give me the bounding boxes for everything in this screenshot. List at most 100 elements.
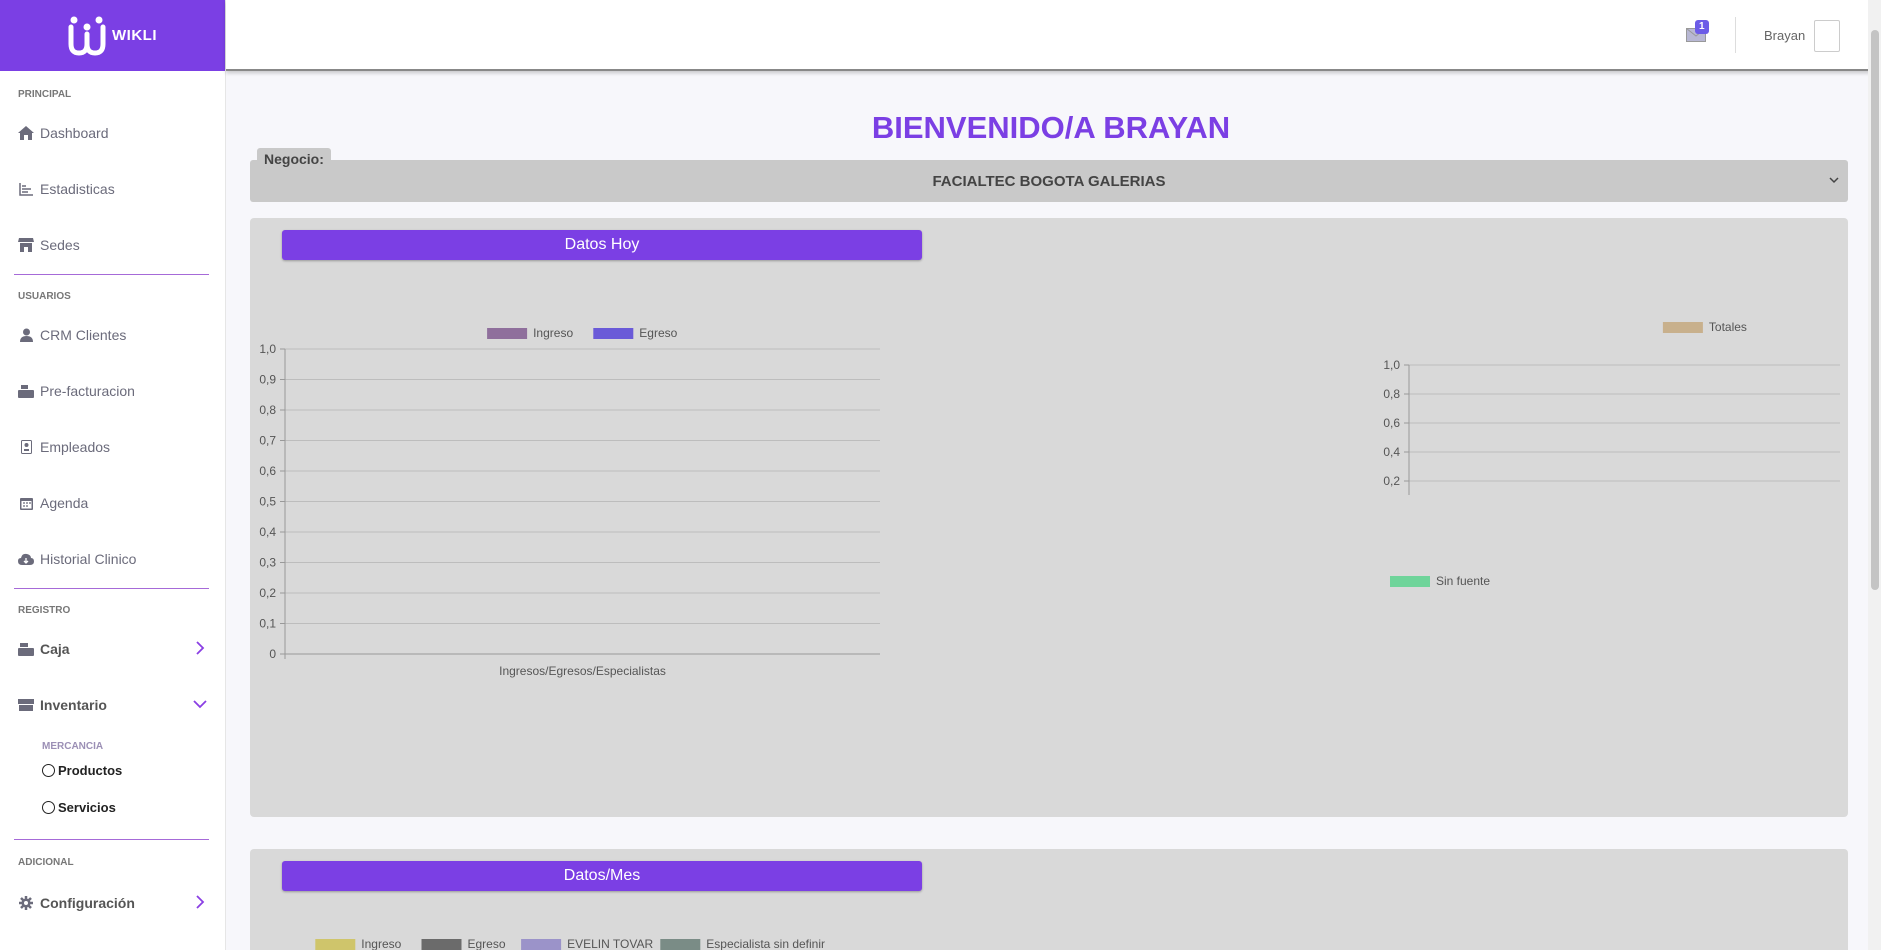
calendar-icon <box>18 495 34 511</box>
sidebar-item-empleados[interactable]: Empleados <box>0 437 225 457</box>
sidebar-item-historial-clinico[interactable]: Historial Clinico <box>0 549 225 569</box>
legend-label: Ingreso <box>533 326 573 340</box>
brand-logo[interactable]: WIKLI <box>0 0 225 71</box>
sidebar-item-configuracion[interactable]: Configuración <box>0 893 225 913</box>
store-icon <box>18 237 34 253</box>
negocio-selected-value: FACIALTEC BOGOTA GALERIAS <box>932 173 1166 190</box>
sidebar-item-label: Estadisticas <box>40 181 115 197</box>
legend-swatch <box>1662 322 1703 333</box>
panel-datos-mes: Datos/Mes Ingreso Egreso EVELIN TOVAR Espec… <box>250 849 1848 950</box>
legend-label: Totales <box>1709 320 1747 334</box>
header-divider <box>1735 17 1736 53</box>
sidebar: WIKLI PRINCIPAL Dashboard Estadisticas S… <box>0 0 226 950</box>
sidebar-item-label: Historial Clinico <box>40 551 137 567</box>
y-tick-label: 0,9 <box>259 373 276 387</box>
sidebar-item-estadisticas[interactable]: Estadisticas <box>0 179 225 199</box>
y-tick-label: 0,3 <box>259 556 276 570</box>
submenu-title-mercancia: MERCANCIA <box>42 741 104 752</box>
sidebar-item-label: Dashboard <box>40 125 109 141</box>
y-tick-label: 0,1 <box>259 617 276 631</box>
y-tick-label: 1,0 <box>1383 358 1400 372</box>
legend-swatch <box>315 939 356 950</box>
notification-badge: 1 <box>1695 20 1709 34</box>
chevron-down-icon <box>1829 177 1839 184</box>
sidebar-item-label: Pre-facturacion <box>40 383 135 399</box>
legend-label: EVELIN TOVAR <box>567 937 653 950</box>
legend-label: Egreso <box>468 937 506 950</box>
cash-register-icon <box>18 641 34 657</box>
wikli-logo-icon <box>68 16 106 56</box>
submenu-item-productos[interactable]: Productos <box>0 763 225 778</box>
y-tick-label: 0,8 <box>1383 387 1400 401</box>
section-adicional: ADICIONAL <box>18 857 74 868</box>
chevron-right-icon <box>196 895 205 909</box>
y-tick-label: 0,8 <box>259 403 276 417</box>
legend-swatch <box>521 939 562 950</box>
legend-swatch <box>593 328 634 339</box>
sidebar-item-label: Empleados <box>40 439 111 455</box>
user-name[interactable]: Brayan <box>1764 28 1805 43</box>
y-tick-label: 0,2 <box>259 586 276 600</box>
submenu-item-servicios[interactable]: Servicios <box>0 800 225 815</box>
y-tick-label: 0,5 <box>259 495 276 509</box>
sidebar-item-label: Agenda <box>40 495 89 511</box>
brand-name: WIKLI <box>112 27 157 44</box>
datos-hoy-button[interactable]: Datos Hoy <box>282 230 922 260</box>
negocio-label: Negocio: <box>257 148 331 170</box>
avatar[interactable] <box>1814 20 1840 52</box>
circle-icon <box>42 764 55 777</box>
negocio-select[interactable]: FACIALTEC BOGOTA GALERIAS <box>250 160 1848 202</box>
y-tick-label: 0,6 <box>1383 416 1400 430</box>
chart-icon <box>18 181 34 197</box>
sidebar-item-agenda[interactable]: Agenda <box>0 493 225 513</box>
y-tick-label: 0 <box>269 647 276 661</box>
home-icon <box>18 125 34 141</box>
section-registro: REGISTRO <box>18 605 71 616</box>
sidebar-item-label: Sedes <box>40 237 80 253</box>
y-tick-label: 0,4 <box>259 525 276 539</box>
section-principal: PRINCIPAL <box>18 89 72 100</box>
sidebar-item-label: Caja <box>40 641 70 657</box>
legend-sin-fuente: Sin fuente <box>1390 574 1490 588</box>
boxes-icon <box>18 697 34 713</box>
y-tick-label: 0,7 <box>259 434 276 448</box>
chevron-down-icon <box>193 700 207 709</box>
legend-swatch <box>660 939 701 950</box>
id-badge-icon <box>18 439 34 455</box>
sidebar-item-label: CRM Clientes <box>40 327 127 343</box>
sidebar-item-inventario[interactable]: Inventario <box>0 695 225 715</box>
cloud-download-icon <box>18 551 34 567</box>
legend-swatch <box>487 328 528 339</box>
sidebar-item-dashboard[interactable]: Dashboard <box>0 123 225 143</box>
gear-icon <box>18 895 34 911</box>
panel-datos-hoy: Datos Hoy Ingreso Egreso 0 0,1 0,2 0,3 0,4 0,5 0… <box>250 218 1848 817</box>
page-title: BIENVENIDO/A BRAYAN <box>871 110 1231 145</box>
y-tick-label: 0,6 <box>259 464 276 478</box>
chevron-right-icon <box>196 641 205 655</box>
chart-ingresos-egresos: Ingreso Egreso 0 0,1 0,2 0,3 0,4 0,5 0,6 0,7 0,8 0,… <box>259 326 880 678</box>
legend-label: Especialista sin definir <box>706 937 825 950</box>
submenu-item-label: Productos <box>58 763 123 778</box>
y-tick-label: 1,0 <box>259 342 276 356</box>
sidebar-item-label: Configuración <box>40 895 135 911</box>
chart-clientes-top5: Totales00,20,40,60,81,0Clientes/Top 5 se… <box>1383 320 1840 495</box>
x-axis-label: Ingresos/Egresos/Especialistas <box>499 664 666 678</box>
sidebar-item-caja[interactable]: Caja <box>0 639 225 659</box>
user-icon <box>18 327 34 343</box>
top-bar: 1 Brayan <box>226 0 1881 71</box>
legend-label: Ingreso <box>361 937 401 950</box>
submenu-item-label: Servicios <box>58 800 116 815</box>
legend-swatch <box>1390 575 1430 587</box>
legend-label: Egreso <box>639 326 677 340</box>
y-tick-label: 0,2 <box>1383 474 1400 488</box>
y-tick-label: 0,4 <box>1383 445 1400 459</box>
section-usuarios: USUARIOS <box>18 291 71 302</box>
sidebar-item-sedes[interactable]: Sedes <box>0 235 225 255</box>
sidebar-item-crm-clientes[interactable]: CRM Clientes <box>0 325 225 345</box>
legend-label: Sin fuente <box>1436 574 1491 588</box>
sidebar-item-label: Inventario <box>40 697 107 713</box>
cash-register-icon <box>18 383 34 399</box>
sidebar-item-prefacturacion[interactable]: Pre-facturacion <box>0 381 225 401</box>
datos-mes-button[interactable]: Datos/Mes <box>282 861 922 891</box>
circle-icon <box>42 801 55 814</box>
